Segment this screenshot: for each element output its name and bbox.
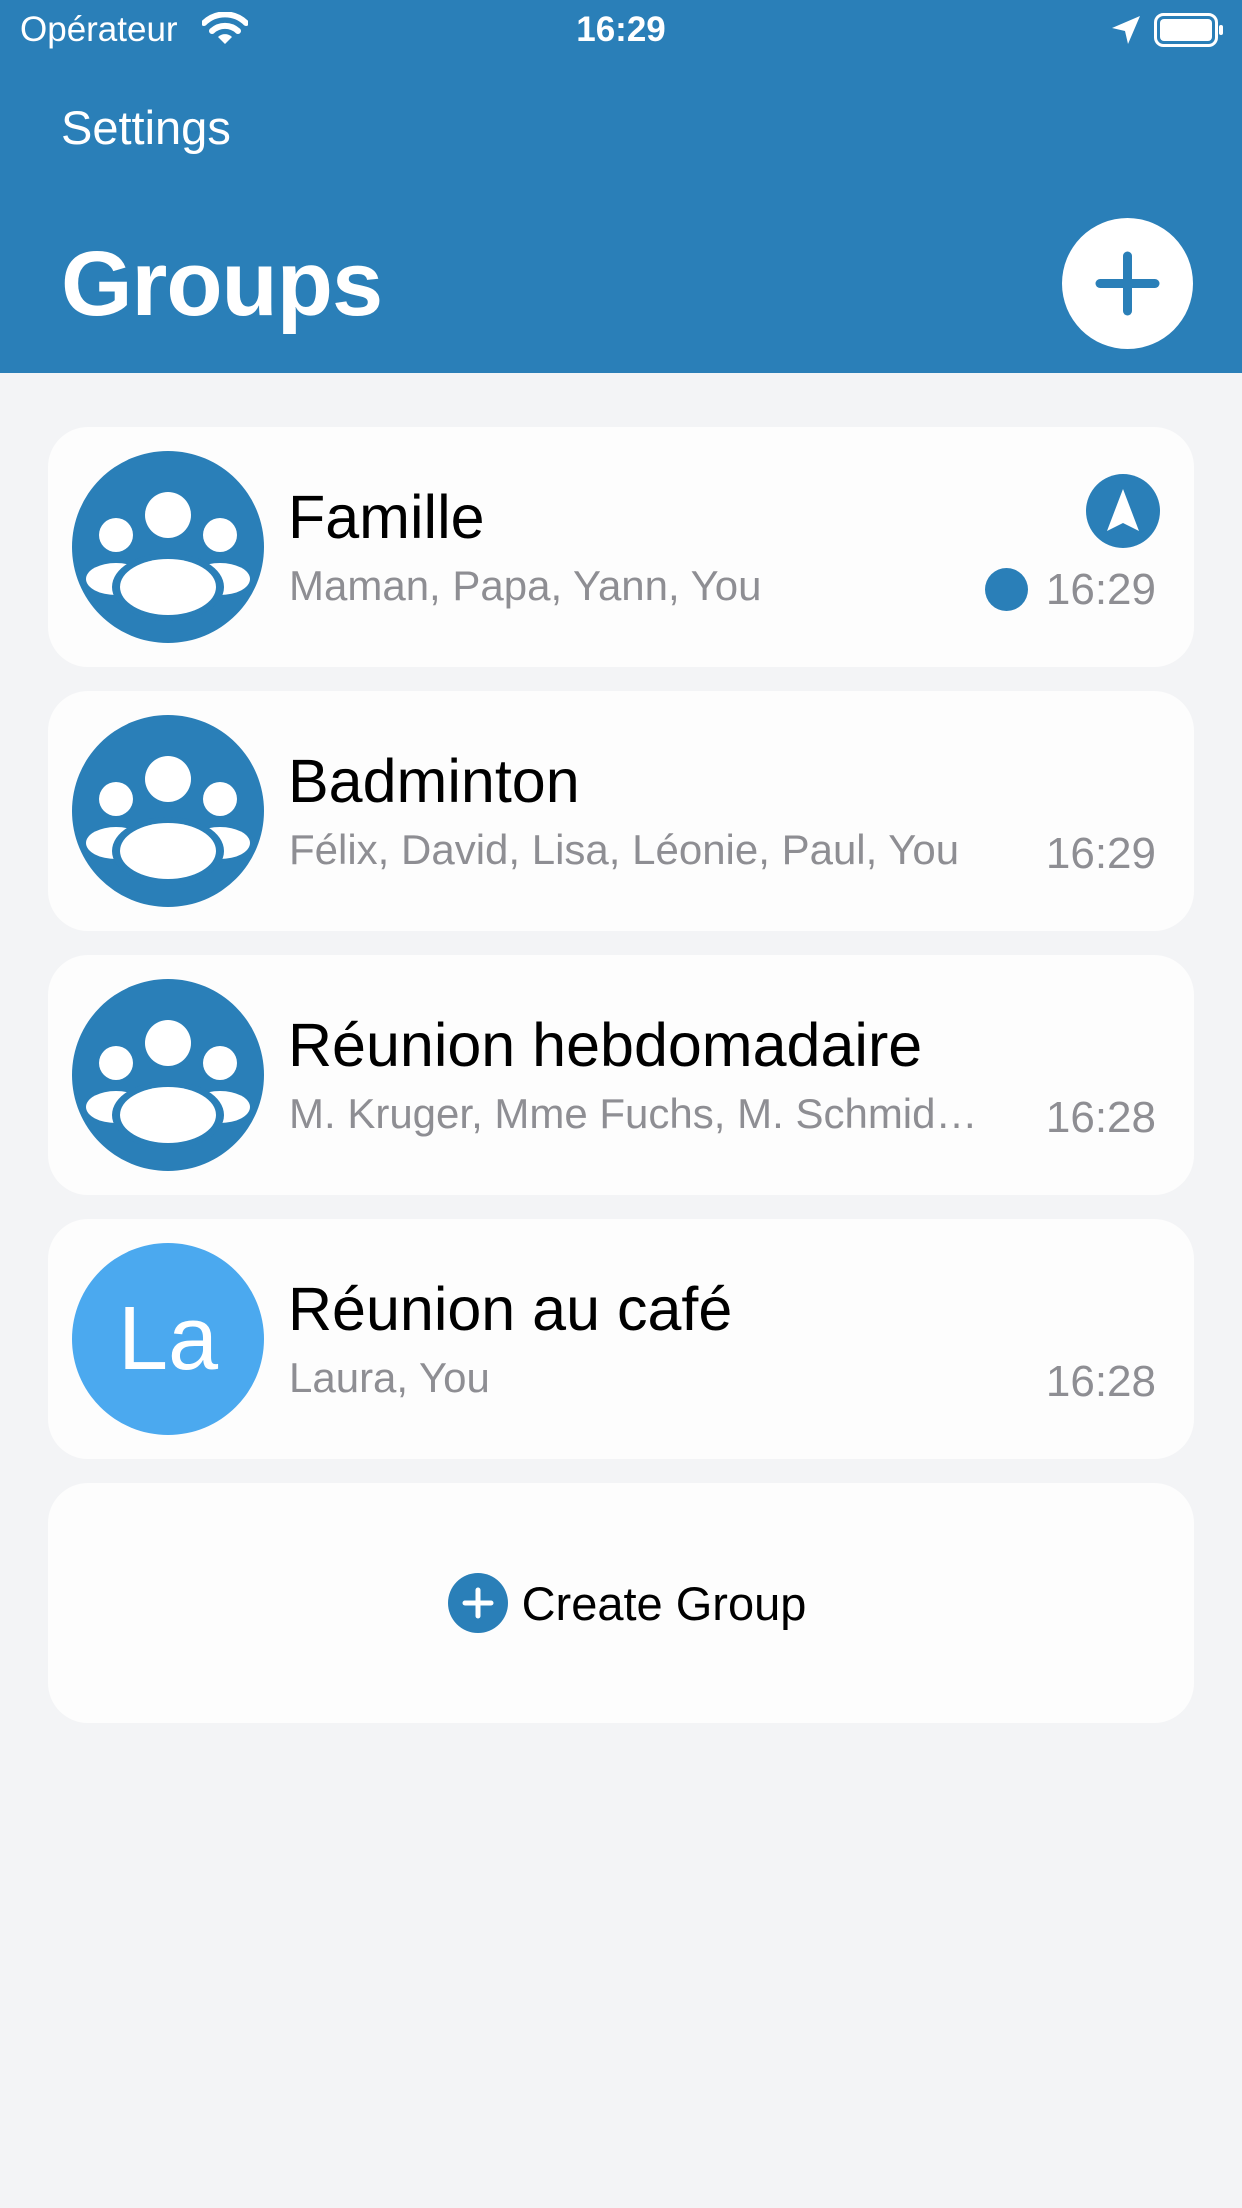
location-arrow-icon [1112, 16, 1140, 44]
group-avatar [72, 715, 264, 907]
group-members: M. Kruger, Mme Fuchs, M. Schmid… [289, 1090, 978, 1137]
group-members: Laura, You [289, 1354, 490, 1401]
status-time: 16:29 [576, 10, 666, 49]
group-time: 16:29 [1045, 565, 1156, 614]
group-name: Réunion hebdomadaire [288, 1011, 923, 1079]
initials-avatar: La [72, 1243, 264, 1435]
group-icon [86, 1020, 250, 1149]
group-time: 16:28 [1045, 1357, 1156, 1406]
group-icon [86, 756, 250, 885]
unread-indicator [985, 568, 1028, 611]
plus-circle-icon [447, 1573, 508, 1633]
group-card-famille[interactable]: Famille Maman, Papa, Yann, You 16:29 [48, 427, 1194, 667]
location-sharing-badge [1086, 474, 1160, 548]
settings-button[interactable]: Settings [61, 100, 231, 155]
avatar-initials: La [117, 1289, 219, 1389]
group-avatar [72, 979, 264, 1171]
group-name: Réunion au café [288, 1275, 733, 1343]
plus-icon [1095, 251, 1160, 316]
group-time: 16:29 [1045, 829, 1156, 878]
battery-icon [1154, 13, 1223, 47]
group-name: Famille [288, 483, 485, 551]
group-card-badminton[interactable]: Badminton Félix, David, Lisa, Léonie, Pa… [48, 691, 1194, 931]
group-name: Badminton [288, 747, 580, 815]
group-card-reunion-hebdomadaire[interactable]: Réunion hebdomadaire M. Kruger, Mme Fuch… [48, 955, 1194, 1195]
group-time: 16:28 [1045, 1093, 1156, 1142]
navigation-arrow-icon [1107, 489, 1139, 531]
group-members: Maman, Papa, Yann, You [289, 562, 762, 609]
group-avatar [72, 451, 264, 643]
group-members: Félix, David, Lisa, Léonie, Paul, You [289, 826, 960, 873]
group-icon [86, 492, 250, 621]
create-group-label: Create Group [521, 1576, 807, 1630]
page-title: Groups [61, 233, 383, 335]
status-bar: Opérateur 16:29 [0, 0, 1242, 62]
add-group-button[interactable] [1062, 218, 1193, 349]
navigation-header: Opérateur 16:29 Settings Groups [0, 0, 1242, 373]
group-card-reunion-au-cafe[interactable]: La Réunion au café Laura, You 16:28 [48, 1219, 1194, 1459]
create-group-button[interactable]: Create Group [48, 1483, 1194, 1723]
